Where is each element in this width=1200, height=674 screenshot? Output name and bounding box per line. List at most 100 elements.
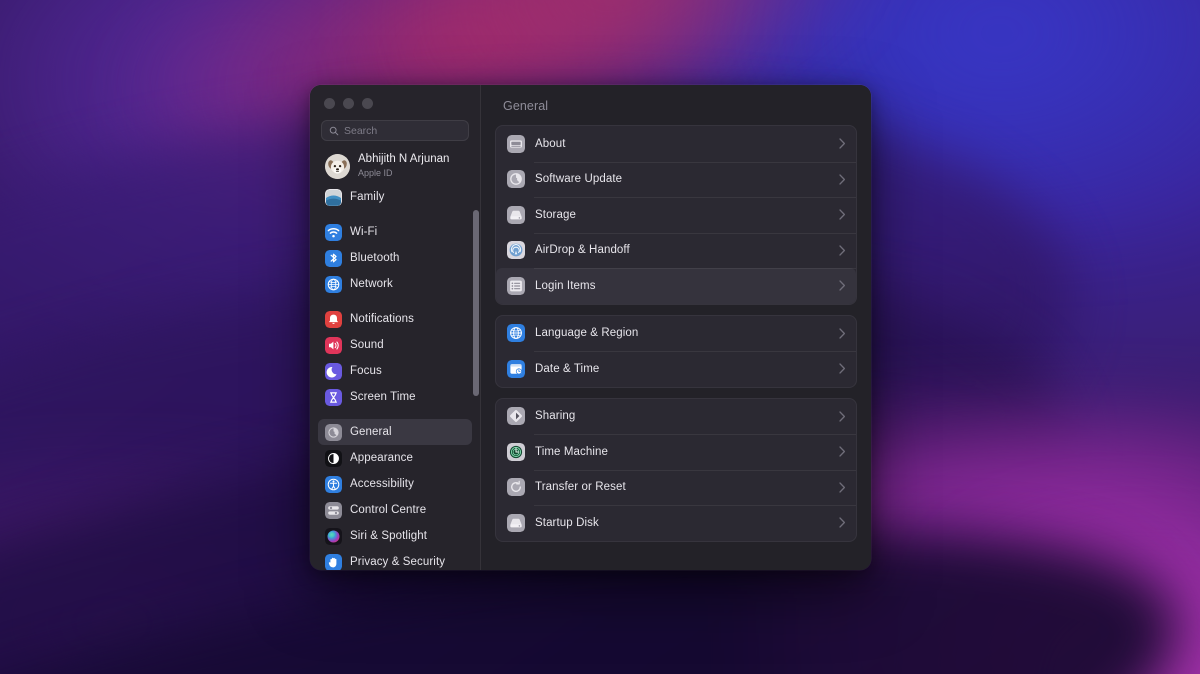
sidebar-item-screen-time[interactable]: Screen Time — [318, 384, 472, 410]
minimize-button[interactable] — [343, 98, 354, 109]
sidebar-item-label: Appearance — [350, 452, 414, 464]
chevron-right-icon — [839, 245, 846, 256]
settings-row-startup-disk[interactable]: Startup Disk — [496, 505, 856, 541]
login-items-icon — [507, 276, 525, 295]
chevron-right-icon — [839, 482, 846, 493]
sidebar-item-privacy-and-security[interactable]: Privacy & Security — [318, 549, 472, 570]
date-time-icon — [507, 359, 525, 378]
settings-row-language-and-region[interactable]: Language & Region — [496, 316, 856, 352]
software-update-icon — [507, 170, 525, 189]
settings-row-label: Language & Region — [535, 327, 639, 340]
notifications-icon — [325, 310, 342, 328]
settings-row-label: Sharing — [535, 410, 576, 423]
settings-group-1: About Software Update Storage AirDrop & … — [495, 125, 857, 305]
about-mac-icon — [507, 134, 525, 153]
settings-row-transfer-or-reset[interactable]: Transfer or Reset — [496, 469, 856, 506]
content-scroll-area[interactable]: About Software Update Storage AirDrop & … — [495, 113, 857, 570]
sidebar-item-notifications[interactable]: Notifications — [318, 306, 472, 332]
sidebar-item-wi-fi[interactable]: Wi-Fi — [318, 219, 472, 245]
sidebar-item-accessibility[interactable]: Accessibility — [318, 471, 472, 497]
sidebar-item-family[interactable]: Family — [318, 184, 472, 210]
sidebar-item-label: Control Centre — [350, 504, 427, 516]
storage-disk-icon — [507, 205, 525, 224]
sidebar-item-bluetooth[interactable]: Bluetooth — [318, 245, 472, 271]
focus-moon-icon — [325, 362, 342, 380]
sidebar-item-label: Notifications — [350, 313, 414, 325]
settings-row-date-and-time[interactable]: Date & Time — [496, 351, 856, 387]
control-centre-icon — [325, 501, 342, 519]
sidebar-item-label: Siri & Spotlight — [350, 530, 428, 542]
sidebar-item-apple-id[interactable]: Abhijith N Arjunan Apple ID — [318, 150, 472, 182]
desktop-wallpaper: Abhijith N Arjunan Apple ID — [0, 0, 1200, 674]
bluetooth-icon — [325, 249, 342, 267]
chevron-right-icon — [839, 517, 846, 528]
sidebar-item-label: Focus — [350, 365, 382, 377]
settings-row-about[interactable]: About — [496, 126, 856, 162]
chevron-right-icon — [839, 209, 846, 220]
appearance-icon — [325, 449, 342, 467]
sidebar-item-label: Wi-Fi — [350, 226, 378, 238]
time-machine-icon — [507, 442, 525, 461]
settings-row-label: About — [535, 137, 566, 150]
search-icon — [329, 126, 339, 136]
system-settings-window: Abhijith N Arjunan Apple ID — [310, 85, 871, 570]
search-input[interactable] — [344, 124, 479, 137]
sidebar-item-general[interactable]: General — [318, 419, 472, 445]
settings-row-time-machine[interactable]: Time Machine — [496, 434, 856, 470]
content-panel: General About Software Update Storage Ai… — [481, 85, 871, 570]
sidebar-item-label: Privacy & Security — [350, 556, 446, 568]
settings-row-airdrop-and-handoff[interactable]: AirDrop & Handoff — [496, 232, 856, 269]
chevron-right-icon — [839, 174, 846, 185]
chevron-right-icon — [839, 363, 846, 374]
sidebar-group-alerts: Notifications Sound Focus Screen Time — [318, 306, 472, 410]
settings-row-login-items[interactable]: Login Items — [496, 268, 856, 304]
startup-disk-icon — [507, 513, 525, 532]
accessibility-icon — [325, 475, 342, 493]
sidebar-item-appearance[interactable]: Appearance — [318, 445, 472, 471]
settings-row-sharing[interactable]: Sharing — [496, 399, 856, 435]
chevron-right-icon — [839, 138, 846, 149]
sidebar-item-label: Network — [350, 278, 393, 290]
language-region-globe-icon — [507, 324, 525, 343]
sidebar-item-network[interactable]: Network — [318, 271, 472, 297]
sidebar-item-sound[interactable]: Sound — [318, 332, 472, 358]
zoom-button[interactable] — [362, 98, 373, 109]
sidebar-item-control-centre[interactable]: Control Centre — [318, 497, 472, 523]
settings-row-label: Transfer or Reset — [535, 481, 626, 494]
settings-row-label: AirDrop & Handoff — [535, 244, 630, 257]
chevron-right-icon — [839, 446, 846, 457]
siri-icon — [325, 527, 342, 545]
settings-row-storage[interactable]: Storage — [496, 197, 856, 233]
network-globe-icon — [325, 275, 342, 293]
page-title: General — [503, 99, 549, 113]
apple-id-text: Abhijith N Arjunan Apple ID — [358, 153, 449, 179]
sidebar-item-label: Family — [350, 191, 385, 203]
sidebar-item-label: Sound — [350, 339, 384, 351]
close-button[interactable] — [324, 98, 335, 109]
search-container — [310, 118, 480, 141]
sidebar-scrollbar[interactable] — [473, 210, 479, 396]
settings-row-label: Time Machine — [535, 445, 608, 458]
settings-row-label: Login Items — [535, 279, 596, 292]
screen-time-hourglass-icon — [325, 388, 342, 406]
sidebar-item-label: Screen Time — [350, 391, 416, 403]
sidebar-scroll-area[interactable]: Abhijith N Arjunan Apple ID Family Wi-Fi… — [310, 141, 480, 570]
search-field[interactable] — [321, 120, 479, 141]
settings-row-label: Software Update — [535, 173, 623, 186]
chevron-right-icon — [839, 280, 846, 291]
settings-group-2: Language & Region Date & Time — [495, 314, 857, 388]
general-gear-icon — [325, 423, 342, 441]
sidebar: Abhijith N Arjunan Apple ID — [310, 85, 481, 570]
account-name: Abhijith N Arjunan — [358, 153, 450, 166]
transfer-reset-icon — [507, 478, 525, 497]
sharing-icon — [507, 407, 525, 426]
sidebar-item-siri-and-spotlight[interactable]: Siri & Spotlight — [318, 523, 472, 549]
settings-group-3: Sharing Time Machine Transfer or Reset S… — [495, 397, 857, 542]
settings-row-software-update[interactable]: Software Update — [496, 161, 856, 198]
sidebar-item-focus[interactable]: Focus — [318, 358, 472, 384]
account-subtitle: Apple ID — [358, 167, 393, 178]
sound-icon — [325, 336, 342, 354]
wifi-icon — [325, 223, 342, 241]
sidebar-item-label: General — [350, 426, 392, 438]
settings-row-label: Startup Disk — [535, 516, 599, 529]
